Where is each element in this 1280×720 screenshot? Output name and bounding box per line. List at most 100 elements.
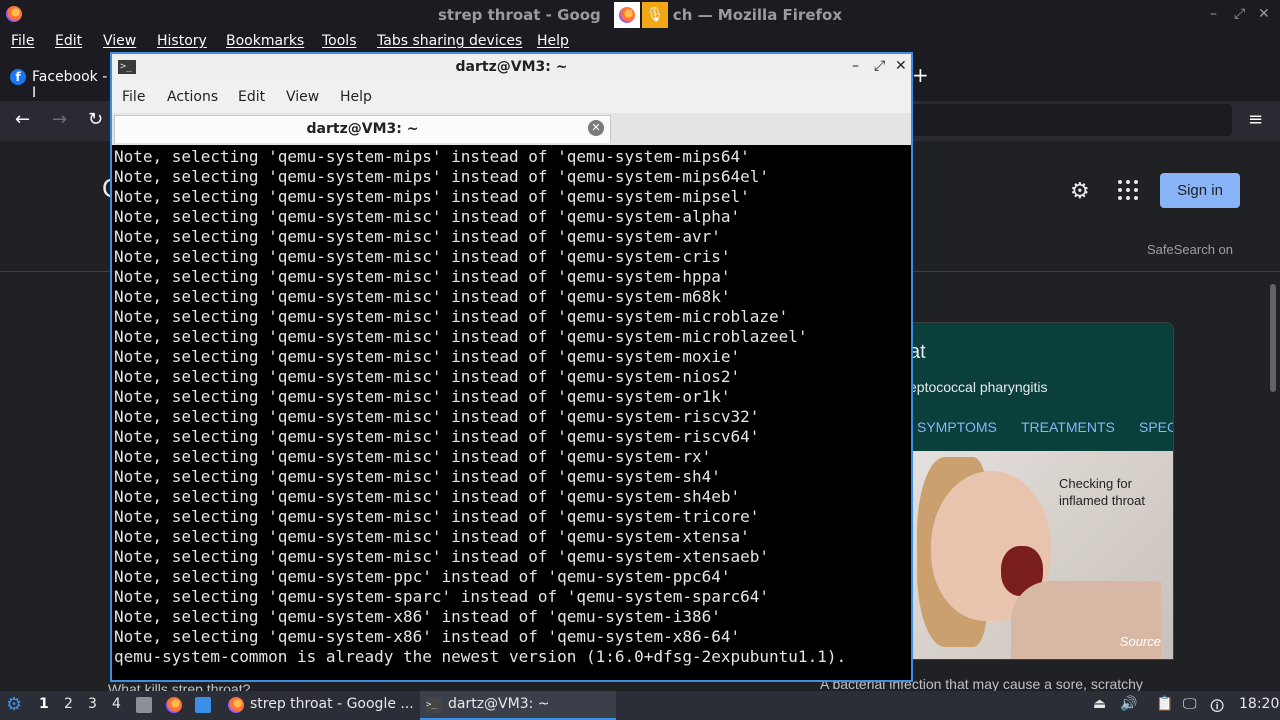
- forward-icon[interactable]: →: [52, 109, 67, 130]
- tab-symptoms[interactable]: SYMPTOMS: [917, 419, 997, 435]
- minimize-icon[interactable]: –: [1210, 6, 1217, 22]
- update-notifier-icon[interactable]: 🛈: [1210, 696, 1224, 720]
- knowledge-panel-subtitle: eptococcal pharyngitis: [909, 379, 1048, 395]
- close-icon[interactable]: ✕: [1258, 6, 1270, 22]
- terminal-line: Note, selecting 'qemu-system-mips' inste…: [114, 167, 770, 186]
- microphone-indicator-icon[interactable]: 🎙: [642, 2, 668, 28]
- terminal-line: Note, selecting 'qemu-system-misc' inste…: [114, 367, 741, 386]
- tab-close-icon[interactable]: ✕: [588, 120, 604, 136]
- terminal-line: Note, selecting 'qemu-system-misc' inste…: [114, 427, 760, 446]
- firefox-titlebar: strep throat - Goog ch — Mozilla Firefox …: [0, 0, 1280, 29]
- tab-facebook[interactable]: f Facebook - I: [4, 61, 112, 101]
- monitor-icon[interactable]: 🖵: [1183, 696, 1197, 712]
- firefox-launcher-icon[interactable]: [166, 697, 182, 713]
- firefox-sharing-indicator-icon[interactable]: [614, 2, 640, 28]
- workspace-3[interactable]: 3: [88, 696, 97, 712]
- terminal-menu-actions[interactable]: Actions: [167, 89, 218, 105]
- menu-history[interactable]: History: [157, 33, 207, 49]
- terminal-tabbar: dartz@VM3: ~ ✕: [112, 113, 911, 145]
- terminal-line: Note, selecting 'qemu-system-mips' inste…: [114, 147, 750, 166]
- maximize-icon[interactable]: ⤢: [1234, 6, 1245, 22]
- terminal-line: Note, selecting 'qemu-system-misc' inste…: [114, 387, 731, 406]
- menu-help[interactable]: Help: [537, 33, 569, 49]
- terminal-menu-edit[interactable]: Edit: [238, 89, 265, 105]
- back-icon[interactable]: ←: [15, 109, 30, 130]
- tab-specialists[interactable]: SPEC: [1139, 419, 1173, 435]
- url-bar[interactable]: [912, 104, 1232, 136]
- start-menu-icon[interactable]: ⚙: [6, 694, 22, 715]
- workspace-1[interactable]: 1: [39, 696, 49, 712]
- workspace-4[interactable]: 4: [112, 696, 121, 712]
- task-label: strep throat - Google ...: [250, 696, 414, 712]
- menu-bookmarks[interactable]: Bookmarks: [226, 33, 304, 49]
- page-scrollbar[interactable]: [1270, 284, 1276, 392]
- maximize-icon[interactable]: ⤢: [874, 58, 885, 74]
- terminal-menu-view[interactable]: View: [286, 89, 319, 105]
- terminal-line: Note, selecting 'qemu-system-misc' inste…: [114, 407, 760, 426]
- terminal-tab[interactable]: dartz@VM3: ~ ✕: [114, 115, 611, 143]
- terminal-line: Note, selecting 'qemu-system-misc' inste…: [114, 507, 760, 526]
- terminal-lines: Note, selecting 'qemu-system-mips' inste…: [114, 147, 846, 667]
- terminal-line: Note, selecting 'qemu-system-misc' inste…: [114, 307, 789, 326]
- terminal-line: Note, selecting 'qemu-system-x86' instea…: [114, 607, 721, 626]
- terminal-window-title: dartz@VM3: ~: [455, 59, 568, 75]
- terminal-line: Note, selecting 'qemu-system-misc' inste…: [114, 467, 721, 486]
- terminal-line: Note, selecting 'qemu-system-misc' inste…: [114, 247, 731, 266]
- menu-tools[interactable]: Tools: [322, 33, 357, 49]
- workspace-2[interactable]: 2: [64, 696, 73, 712]
- terminal-line: Note, selecting 'qemu-system-misc' inste…: [114, 227, 721, 246]
- menu-file[interactable]: File: [11, 33, 34, 49]
- new-tab-button[interactable]: +: [912, 63, 929, 87]
- app-menu-icon[interactable]: ≡: [1248, 109, 1263, 130]
- tab-treatments[interactable]: TREATMENTS: [1021, 419, 1115, 435]
- clipboard-icon[interactable]: 📋: [1156, 696, 1173, 712]
- safesearch-status[interactable]: SafeSearch on: [1147, 242, 1233, 257]
- tray-arrow-icon[interactable]: ⏏: [1093, 696, 1106, 712]
- terminal-line: Note, selecting 'qemu-system-misc' inste…: [114, 327, 808, 346]
- terminal-line: Note, selecting 'qemu-system-misc' inste…: [114, 267, 731, 286]
- terminal-line: Note, selecting 'qemu-system-misc' inste…: [114, 547, 770, 566]
- terminal-line: qemu-system-common is already the newest…: [114, 647, 847, 666]
- task-label: dartz@VM3: ~: [448, 696, 550, 712]
- google-apps-icon[interactable]: [1117, 179, 1139, 201]
- terminal-line: Note, selecting 'qemu-system-misc' inste…: [114, 207, 741, 226]
- file-manager-icon[interactable]: [136, 697, 152, 713]
- menu-tabs-sharing-devices[interactable]: Tabs sharing devices: [377, 33, 522, 49]
- minimize-icon[interactable]: –: [852, 58, 859, 74]
- task-firefox[interactable]: strep throat - Google ...: [222, 691, 418, 720]
- firefox-icon: [228, 697, 244, 713]
- terminal-line: Note, selecting 'qemu-system-misc' inste…: [114, 447, 712, 466]
- menu-view[interactable]: View: [103, 33, 136, 49]
- terminal-line: Note, selecting 'qemu-system-sparc' inst…: [114, 587, 770, 606]
- terminal-line: Note, selecting 'qemu-system-misc' inste…: [114, 287, 731, 306]
- terminal-output[interactable]: Note, selecting 'qemu-system-mips' inste…: [112, 145, 911, 680]
- task-terminal[interactable]: >_ dartz@VM3: ~: [420, 691, 616, 720]
- volume-icon[interactable]: 🔊: [1120, 696, 1137, 712]
- firefox-menubar: File Edit View History Bookmarks Tools T…: [0, 29, 1280, 53]
- close-icon[interactable]: ✕: [895, 58, 907, 74]
- sign-in-button[interactable]: Sign in: [1160, 173, 1240, 208]
- terminal-line: Note, selecting 'qemu-system-x86' instea…: [114, 627, 741, 646]
- facebook-icon: f: [10, 69, 26, 85]
- terminal-menu-help[interactable]: Help: [340, 89, 372, 105]
- firefox-window-title: strep throat - Goog ch — Mozilla Firefox: [437, 6, 843, 24]
- clock[interactable]: 18:20: [1239, 696, 1279, 712]
- tab-label: Facebook - I: [32, 69, 108, 101]
- terminal-line: Note, selecting 'qemu-system-misc' inste…: [114, 527, 750, 546]
- image-source-link[interactable]: Source: [1120, 634, 1161, 649]
- terminal-tab-label: dartz@VM3: ~: [306, 121, 419, 137]
- terminal-titlebar[interactable]: >_ dartz@VM3: ~ – ⤢ ✕: [112, 54, 911, 82]
- menu-edit[interactable]: Edit: [55, 33, 82, 49]
- image-caption: Checking for inflamed throat: [1059, 476, 1145, 508]
- terminal-line: Note, selecting 'qemu-system-mips' inste…: [114, 187, 750, 206]
- terminal-menu-file[interactable]: File: [122, 89, 145, 105]
- taskbar: ⚙ 1 2 3 4 strep throat - Google ... >_ d…: [0, 691, 1280, 720]
- settings-gear-icon[interactable]: ⚙: [1070, 179, 1094, 204]
- desktop-icon[interactable]: [195, 697, 211, 713]
- terminal-line: Note, selecting 'qemu-system-ppc' instea…: [114, 567, 731, 586]
- reload-icon[interactable]: ↻: [88, 109, 103, 130]
- terminal-icon: >_: [426, 697, 442, 713]
- terminal-line: Note, selecting 'qemu-system-misc' inste…: [114, 487, 741, 506]
- terminal-line: Note, selecting 'qemu-system-misc' inste…: [114, 347, 741, 366]
- terminal-menubar: File Actions Edit View Help: [112, 82, 911, 113]
